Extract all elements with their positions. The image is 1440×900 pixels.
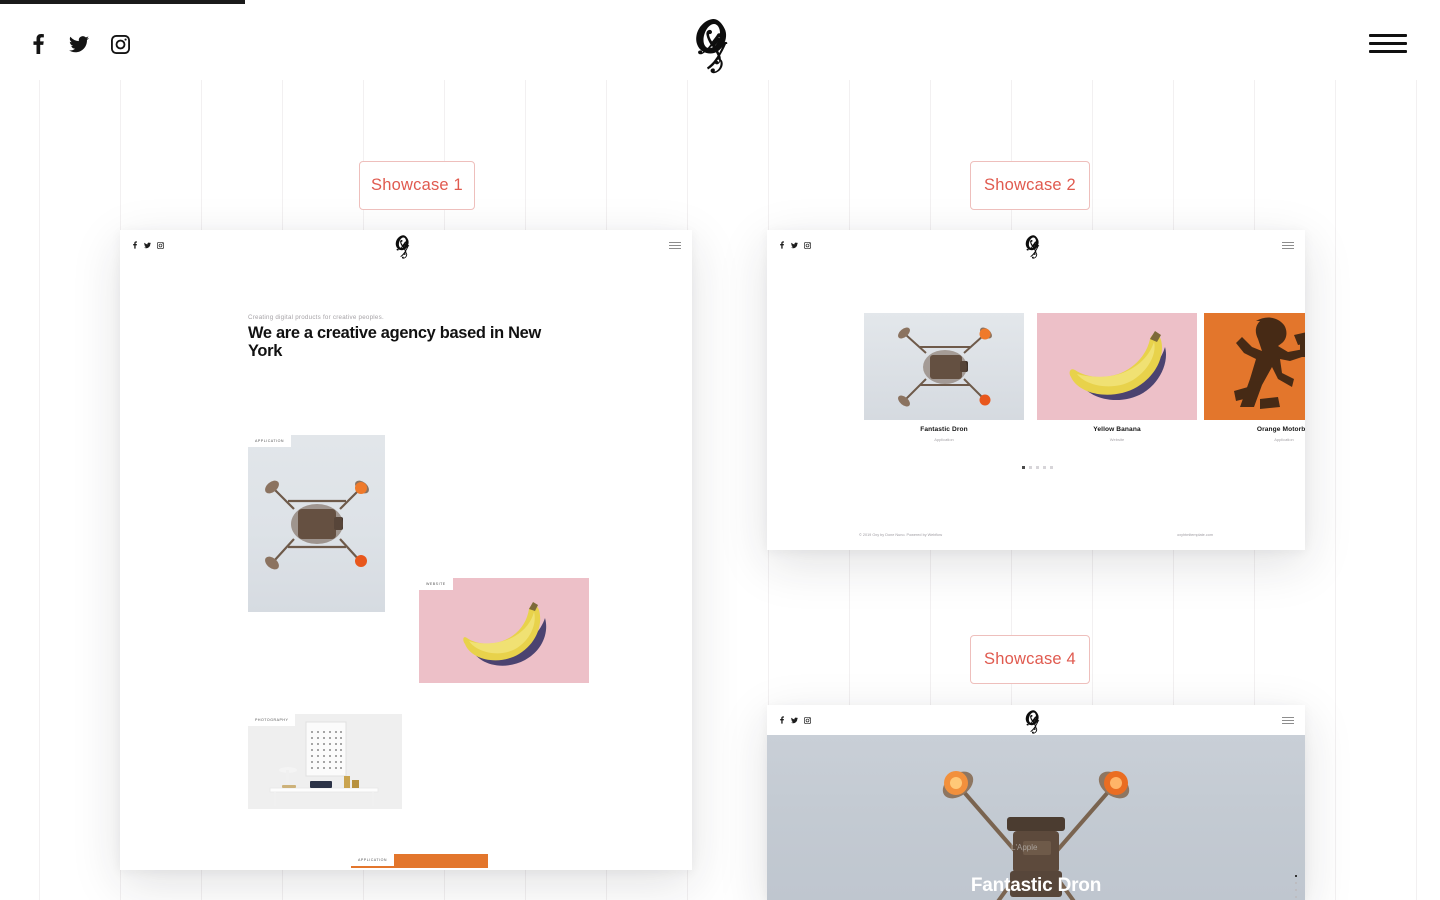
preview-header	[120, 230, 692, 264]
work-card[interactable]: APPLICATION	[351, 854, 488, 868]
work-card-tag: WEBSITE	[419, 578, 453, 590]
pagination-dot[interactable]	[1295, 889, 1297, 891]
instagram-icon[interactable]	[804, 716, 811, 724]
portfolio-item-category: Website	[1109, 437, 1125, 442]
hamburger-bar	[1282, 723, 1294, 724]
portfolio-item-name: Yellow Banana	[1093, 426, 1141, 433]
pagination-dot[interactable]	[1295, 882, 1297, 884]
hamburger-bar	[669, 248, 681, 249]
slider-pagination[interactable]	[1022, 466, 1053, 469]
facebook-icon[interactable]	[131, 241, 138, 249]
portfolio-item[interactable]: Yellow Banana Website	[1037, 313, 1197, 448]
svg-text:L'Apple: L'Apple	[1011, 843, 1038, 852]
drone-photo	[248, 435, 385, 612]
hero-slide[interactable]: L'Apple Fantastic Dron VIEW PROJECT	[767, 735, 1305, 900]
preview-footer: © 2019 Oxy by Done Nuno. Powered by Webf…	[767, 524, 1305, 550]
slider-pagination-vertical[interactable]	[1295, 875, 1297, 900]
hamburger-bar	[1282, 717, 1294, 718]
hamburger-bar	[1282, 245, 1294, 246]
grid-line	[1416, 80, 1417, 900]
work-card[interactable]: PHOTOGRAPHY	[248, 714, 402, 809]
hamburger-bar	[1282, 248, 1294, 249]
facebook-icon[interactable]	[778, 716, 785, 724]
facebook-icon[interactable]	[28, 33, 48, 55]
drone-photo	[864, 313, 1024, 420]
pagination-dot[interactable]	[1050, 466, 1053, 469]
twitter-icon[interactable]	[69, 33, 89, 55]
showcase-4-preview[interactable]: L'Apple Fantastic Dron VIEW PROJECT	[767, 705, 1305, 900]
preview-social-links	[131, 241, 164, 249]
preview-header	[767, 230, 1305, 264]
work-card-tag: PHOTOGRAPHY	[248, 714, 296, 726]
social-links	[28, 33, 130, 55]
scroll-progress-track	[0, 0, 1440, 4]
work-card[interactable]: APPLICATION	[248, 435, 385, 612]
hamburger-bar	[1282, 242, 1294, 243]
banana-photo	[419, 578, 589, 683]
hamburger-bar	[669, 242, 681, 243]
portfolio-item-category: Application	[934, 437, 954, 442]
work-card-tag: APPLICATION	[351, 854, 394, 866]
hamburger-bar	[1282, 720, 1294, 721]
oxy-logo[interactable]	[1023, 709, 1049, 734]
grid-line	[1335, 80, 1336, 900]
motorbike-photo	[1204, 313, 1305, 420]
hamburger-menu-button[interactable]	[1282, 242, 1294, 250]
twitter-icon[interactable]	[791, 716, 798, 724]
preview-social-links	[778, 716, 811, 724]
instagram-icon[interactable]	[110, 33, 130, 55]
hamburger-bar	[1369, 42, 1407, 45]
showcase-2-preview[interactable]: Fantastic Dron Application Yellow Banana…	[767, 230, 1305, 550]
portfolio-item-name: Fantastic Dron	[920, 426, 968, 433]
pagination-dot[interactable]	[1295, 875, 1297, 877]
showcase-1-preview[interactable]: Creating digital products for creative p…	[120, 230, 692, 870]
footer-copyright: © 2019 Oxy by Done Nuno. Powered by Webf…	[859, 533, 943, 537]
portfolio-item-category: Application	[1274, 437, 1294, 442]
portfolio-item[interactable]: Orange Motorbik Application	[1204, 313, 1305, 448]
hamburger-menu-button[interactable]	[669, 242, 681, 250]
hamburger-bar	[1369, 50, 1407, 53]
hero-eyebrow: Creating digital products for creative p…	[248, 314, 384, 321]
oxy-logo[interactable]	[690, 16, 750, 74]
instagram-icon[interactable]	[804, 241, 811, 249]
pagination-dot[interactable]	[1022, 466, 1025, 469]
hamburger-menu-button[interactable]	[1282, 717, 1294, 725]
portfolio-item-name: Orange Motorbik	[1256, 426, 1305, 433]
facebook-icon[interactable]	[778, 241, 785, 249]
site-header	[0, 4, 1440, 82]
scroll-progress-fill	[0, 0, 245, 4]
oxy-logo[interactable]	[1023, 234, 1049, 259]
work-card-tag: APPLICATION	[248, 435, 291, 447]
work-card[interactable]: WEBSITE	[419, 578, 589, 683]
twitter-icon[interactable]	[144, 241, 151, 249]
pagination-dot[interactable]	[1036, 466, 1039, 469]
instagram-icon[interactable]	[157, 241, 164, 249]
footer-website-url[interactable]: oxyhtmltemplate.com	[1177, 533, 1213, 537]
pagination-dot[interactable]	[1043, 466, 1046, 469]
preview-header	[767, 705, 1305, 739]
grid-line	[39, 80, 40, 900]
banana-photo	[1037, 313, 1197, 420]
hero-heading: We are a creative agency based in New Yo…	[248, 324, 541, 360]
hamburger-bar	[669, 245, 681, 246]
pagination-dot[interactable]	[1295, 896, 1297, 898]
showcase-4-button[interactable]: Showcase 4	[970, 635, 1090, 684]
showcase-1-button[interactable]: Showcase 1	[359, 161, 475, 210]
portfolio-item[interactable]: Fantastic Dron Application	[864, 313, 1024, 448]
twitter-icon[interactable]	[791, 241, 798, 249]
hamburger-menu-button[interactable]	[1369, 34, 1409, 54]
hero-slide-title: Fantastic Dron	[970, 875, 1102, 896]
showcase-2-button[interactable]: Showcase 2	[970, 161, 1090, 210]
preview-social-links	[778, 241, 811, 249]
pagination-dot[interactable]	[1029, 466, 1032, 469]
hamburger-bar	[1369, 34, 1407, 37]
oxy-logo[interactable]	[393, 234, 419, 259]
poster-desk-photo	[248, 714, 402, 809]
